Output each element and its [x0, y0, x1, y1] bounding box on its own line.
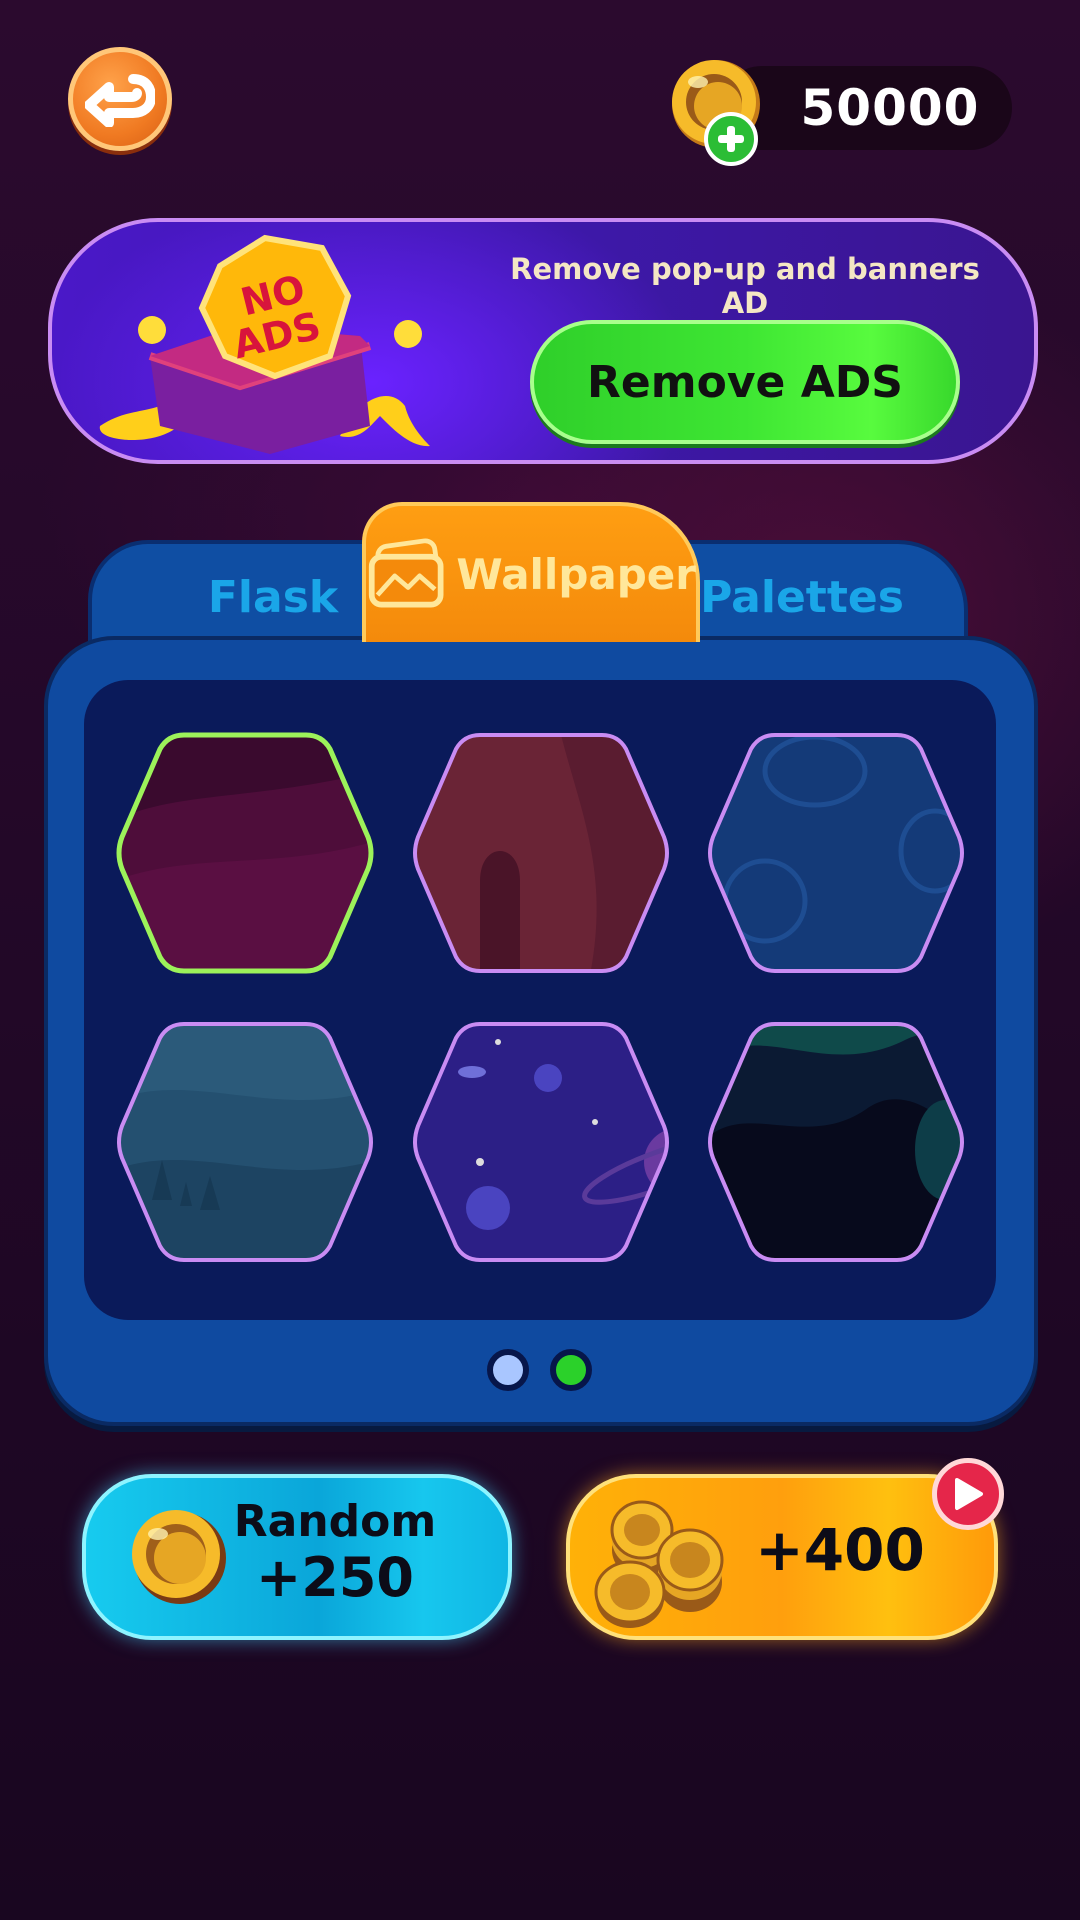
random-label: Random — [233, 1496, 437, 1547]
coin-balance: 50000 — [800, 79, 980, 137]
reward-amount: +400 — [755, 1516, 925, 1584]
back-arrow-icon — [85, 74, 155, 127]
wallpaper-tile-red-canyon[interactable] — [410, 731, 672, 975]
no-ads-chest-icon: NO ADS — [99, 234, 430, 454]
coin-icon — [132, 1510, 226, 1604]
tab-wallpaper-label: Wallpaper — [456, 549, 696, 599]
wallpaper-tile-misty-hills[interactable] — [114, 1020, 376, 1264]
tab-flask[interactable]: Flask — [88, 540, 388, 650]
wallpaper-tile-crimson-waves[interactable] — [114, 731, 376, 975]
video-ad-badge — [932, 1458, 1004, 1530]
page-dot-2[interactable] — [550, 1349, 592, 1391]
random-cost: +250 — [256, 1546, 414, 1609]
remove-ads-button[interactable]: Remove ADS — [530, 320, 960, 444]
back-button[interactable] — [68, 47, 172, 151]
video-play-icon — [955, 1478, 983, 1510]
plus-icon — [718, 126, 744, 152]
remove-ads-description: Remove pop-up and banners AD — [510, 252, 980, 320]
coin-stack-icon — [594, 1500, 724, 1628]
add-coins-button[interactable] — [704, 112, 758, 166]
wallpaper-tile-aurora[interactable] — [705, 1020, 967, 1264]
tab-palettes[interactable]: Palettes — [656, 540, 968, 650]
tab-wallpaper[interactable]: Wallpaper — [362, 502, 700, 642]
wallpaper-tile-space[interactable] — [410, 1020, 672, 1264]
page-dot-1[interactable] — [487, 1349, 529, 1391]
wallpaper-icon — [368, 538, 444, 608]
wallpaper-tile-blue-doodles[interactable] — [705, 731, 967, 975]
